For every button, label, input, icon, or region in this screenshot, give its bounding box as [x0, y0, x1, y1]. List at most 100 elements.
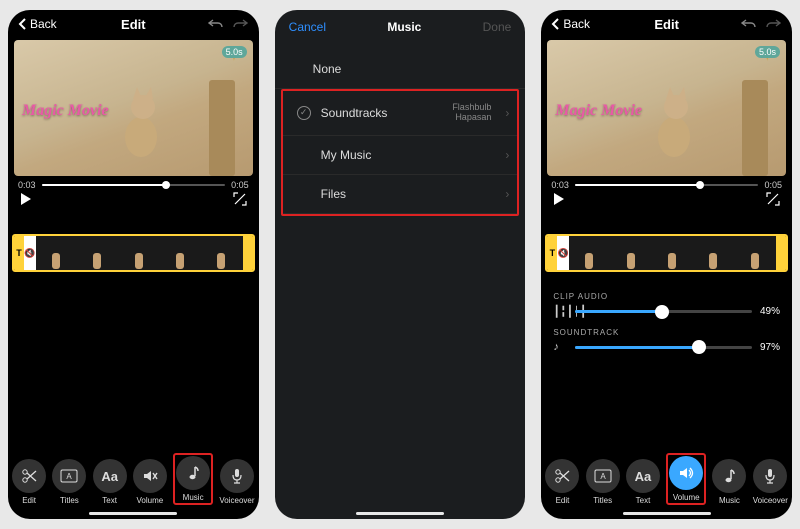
scissors-icon [12, 459, 46, 493]
chevron-left-icon [551, 18, 561, 30]
done-button[interactable]: Done [483, 20, 512, 34]
music-list: None ✓ Soundtracks Flashbulb Hapasan › M… [275, 50, 526, 216]
row-subtitle: Flashbulb Hapasan [452, 103, 491, 123]
tool-label: Titles [593, 496, 612, 505]
clip-audio-value: 49% [760, 306, 780, 317]
trim-handle-right[interactable] [776, 236, 786, 270]
row-files[interactable]: Files › [283, 175, 518, 214]
title-overlay: Magic Movie [555, 102, 642, 120]
svg-text:A: A [67, 472, 73, 481]
fullscreen-button[interactable] [766, 192, 780, 206]
video-preview[interactable]: ✦ 5.0s Magic Movie [14, 40, 253, 176]
row-label: None [313, 62, 342, 76]
time-current: 0:03 [18, 180, 36, 190]
titles-icon: A [586, 459, 620, 493]
tool-edit[interactable]: Edit [12, 459, 46, 505]
duration-badge: 5.0s [222, 46, 247, 58]
scrubber-track[interactable] [42, 184, 226, 186]
row-soundtracks[interactable]: ✓ Soundtracks Flashbulb Hapasan › [283, 91, 518, 136]
text-icon: Aa [626, 459, 660, 493]
tool-label: Edit [22, 496, 36, 505]
row-my-music[interactable]: My Music › [283, 136, 518, 175]
screen-edit-music: Back Edit ✦ 5.0s Magic Movie 0:03 [8, 10, 259, 519]
tool-volume[interactable]: Volume [669, 456, 703, 502]
play-icon [20, 192, 32, 206]
video-preview[interactable]: ✦ 5.0s Magic Movie [547, 40, 786, 176]
row-label: My Music [321, 148, 372, 162]
mic-icon [220, 459, 254, 493]
play-button[interactable] [553, 192, 565, 206]
waveform-icon: ┃╏┃╎┃ [553, 305, 567, 318]
nav-title: Edit [121, 17, 146, 32]
scissors-icon [545, 459, 579, 493]
preview-prop [742, 80, 768, 176]
home-indicator[interactable] [623, 512, 711, 515]
tool-titles[interactable]: ATitles [52, 459, 86, 505]
tool-label: Voiceover [219, 496, 254, 505]
soundtrack-slider[interactable] [575, 346, 752, 349]
back-button[interactable]: Back [18, 17, 57, 31]
clip-audio-label: CLIP AUDIO [553, 292, 780, 301]
expand-icon [766, 192, 780, 206]
tool-label: Music [183, 493, 204, 502]
clip-mute-icon: 🔇 [24, 236, 36, 270]
chevron-right-icon: › [505, 187, 509, 201]
nav-title: Edit [654, 17, 679, 32]
scrubber[interactable]: 0:03 0:05 [541, 176, 792, 190]
preview-prop [209, 80, 235, 176]
trim-handle-left[interactable] [547, 236, 557, 270]
tool-text[interactable]: AaText [93, 459, 127, 505]
toolbar: Edit A Titles AaText Volume MusicVoiceover [541, 447, 792, 519]
home-indicator[interactable] [89, 512, 177, 515]
play-icon [553, 192, 565, 206]
screen-edit-volume: Back Edit ✦ 5.0s Magic Movie 0:03 [541, 10, 792, 519]
highlight-box: Volume [666, 453, 706, 505]
soundtrack-value: 97% [760, 342, 780, 353]
time-current: 0:03 [551, 180, 569, 190]
scrubber-track[interactable] [575, 184, 759, 186]
clip-audio-slider[interactable] [575, 310, 752, 313]
fullscreen-button[interactable] [233, 192, 247, 206]
tool-voiceover[interactable]: Voiceover [219, 459, 254, 505]
undo-button[interactable] [207, 15, 225, 33]
timeline[interactable]: 🔇 [12, 234, 255, 272]
undo-button[interactable] [740, 15, 758, 33]
cancel-button[interactable]: Cancel [289, 20, 326, 34]
nav-title: Music [387, 20, 421, 34]
time-total: 0:05 [231, 180, 249, 190]
trim-handle-left[interactable] [14, 236, 24, 270]
note-icon: ♪ [553, 341, 567, 353]
back-label: Back [563, 17, 590, 31]
tool-edit[interactable]: Edit [545, 459, 579, 505]
volume-panel: CLIP AUDIO ┃╏┃╎┃ 49% SOUNDTRACK ♪ 97% [541, 292, 792, 363]
tool-music[interactable]: Music [176, 456, 210, 502]
redo-button[interactable] [764, 15, 782, 33]
tool-volume[interactable]: Volume [133, 459, 167, 505]
highlight-box: Music [173, 453, 213, 505]
speaker-off-icon [133, 459, 167, 493]
redo-button[interactable] [231, 15, 249, 33]
tool-label: Edit [556, 496, 570, 505]
play-button[interactable] [20, 192, 32, 206]
soundtrack-label: SOUNDTRACK [553, 328, 780, 337]
chevron-right-icon: › [505, 148, 509, 162]
back-button[interactable]: Back [551, 17, 590, 31]
nav-bar: Back Edit [541, 10, 792, 36]
tool-label: Volume [673, 493, 700, 502]
trim-handle-right[interactable] [243, 236, 253, 270]
home-indicator[interactable] [356, 512, 444, 515]
scrubber[interactable]: 0:03 0:05 [8, 176, 259, 190]
timeline[interactable]: 🔇 [545, 234, 788, 272]
tool-music[interactable]: Music [712, 459, 746, 505]
note-icon [176, 456, 210, 490]
expand-icon [233, 192, 247, 206]
row-label: Soundtracks [321, 106, 388, 120]
row-none[interactable]: None [275, 50, 526, 89]
tool-text[interactable]: AaText [626, 459, 660, 505]
nav-bar: Back Edit [8, 10, 259, 36]
preview-subject [113, 79, 173, 159]
tool-titles[interactable]: A Titles [586, 459, 620, 505]
chevron-right-icon: › [505, 106, 509, 120]
back-label: Back [30, 17, 57, 31]
tool-voiceover[interactable]: Voiceover [753, 459, 788, 505]
